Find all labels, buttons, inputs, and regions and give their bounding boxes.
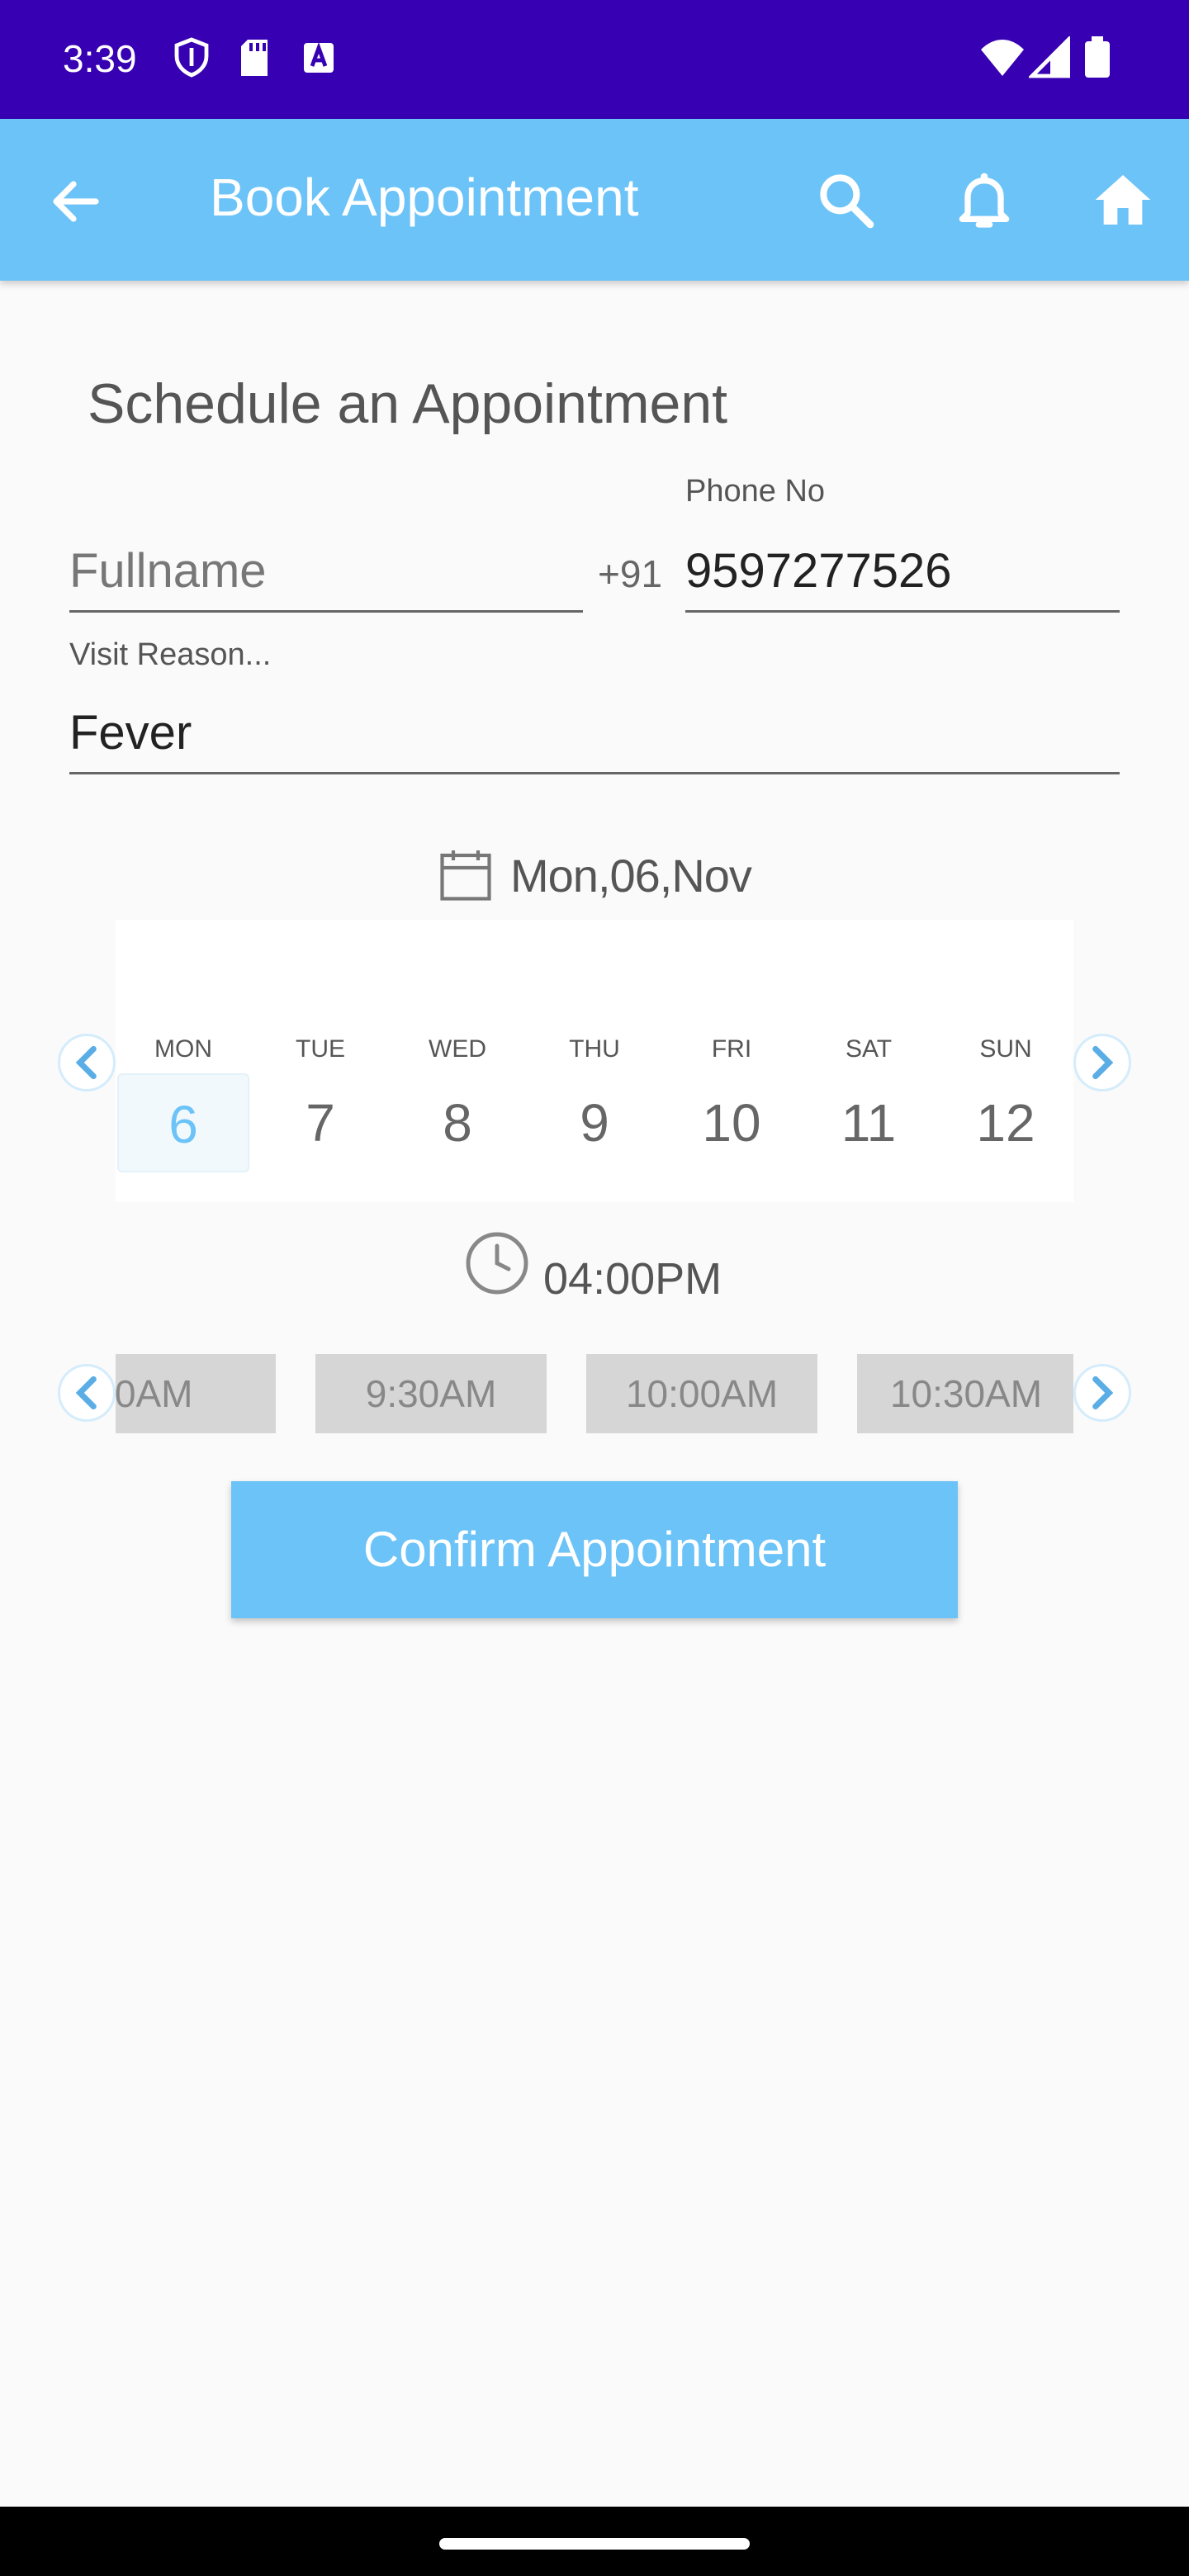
fullname-placeholder: Fullname	[69, 544, 267, 598]
font-a-icon	[304, 41, 334, 73]
day-name: SUN	[979, 1035, 1032, 1063]
selected-date-header: Mon,06,Nov	[436, 842, 752, 908]
back-arrow-icon[interactable]	[46, 172, 106, 231]
calendar-day-thu[interactable]: THU 9	[527, 920, 662, 1202]
day-name: WED	[429, 1035, 486, 1063]
day-number: 6	[117, 1073, 249, 1172]
phone-label: Phone No	[685, 474, 826, 509]
week-calendar: MON 6 TUE 7 WED 8 THU 9 FRI 10 SAT 11 SUN 12	[116, 920, 1073, 1202]
calendar-next-button[interactable]	[1073, 1034, 1131, 1091]
time-prev-button[interactable]	[58, 1364, 116, 1422]
visit-reason-value: Fever	[69, 706, 192, 760]
day-name: THU	[569, 1035, 620, 1063]
home-icon[interactable]	[1090, 167, 1156, 233]
day-name: MON	[154, 1035, 212, 1063]
day-number: 9	[580, 1093, 609, 1153]
day-number: 10	[702, 1093, 761, 1153]
battery-icon	[1085, 36, 1110, 78]
chevron-left-icon	[75, 1376, 97, 1410]
phone-prefix: +91	[598, 552, 663, 595]
calendar-day-sun[interactable]: SUN 12	[938, 920, 1073, 1202]
time-slot[interactable]: 10:30AM	[857, 1354, 1073, 1433]
confirm-appointment-button[interactable]: Confirm Appointment	[231, 1481, 958, 1618]
calendar-day-tue[interactable]: TUE 7	[253, 920, 388, 1202]
day-name: SAT	[845, 1035, 893, 1063]
search-icon[interactable]	[812, 167, 879, 233]
calendar-day-mon[interactable]: MON 6	[116, 920, 251, 1202]
fullname-field[interactable]: Fullname	[69, 520, 583, 613]
app-bar: Book Appointment	[0, 119, 1189, 281]
sd-card-icon	[241, 40, 268, 76]
time-slot[interactable]: :00AM	[116, 1354, 276, 1433]
bell-icon[interactable]	[951, 167, 1017, 233]
time-slot[interactable]: 10:00AM	[586, 1354, 817, 1433]
clock-icon	[466, 1232, 528, 1295]
day-number: 8	[443, 1093, 472, 1153]
day-name: FRI	[711, 1035, 752, 1063]
calendar-icon	[440, 850, 491, 901]
signal-icon	[1029, 36, 1070, 78]
calendar-day-fri[interactable]: FRI 10	[664, 920, 799, 1202]
day-number: 7	[306, 1093, 335, 1153]
app-bar-title: Book Appointment	[210, 168, 639, 227]
visit-reason-label: Visit Reason...	[69, 637, 272, 672]
chevron-right-icon	[1092, 1376, 1114, 1410]
calendar-prev-button[interactable]	[58, 1034, 116, 1091]
day-number: 11	[841, 1093, 897, 1153]
time-slot-list: :00AM 9:30AM 10:00AM 10:30AM	[116, 1354, 1073, 1433]
phone-value: 9597277526	[685, 544, 952, 598]
selected-time-text: 04:00PM	[543, 1254, 722, 1304]
chevron-right-icon	[1092, 1045, 1114, 1080]
status-time: 3:39	[63, 37, 137, 80]
time-slot[interactable]: 9:30AM	[315, 1354, 547, 1433]
page-title: Schedule an Appointment	[88, 372, 728, 435]
system-nav-bar	[0, 2507, 1189, 2576]
status-bar: 3:39	[0, 0, 1189, 119]
calendar-day-sat[interactable]: SAT 11	[801, 920, 936, 1202]
home-gesture-handle[interactable]	[439, 2538, 750, 2550]
time-next-button[interactable]	[1073, 1364, 1131, 1422]
chevron-left-icon	[75, 1045, 97, 1080]
shield-icon	[174, 37, 209, 78]
calendar-day-wed[interactable]: WED 8	[390, 920, 525, 1202]
day-number: 12	[976, 1093, 1035, 1153]
day-name: TUE	[296, 1035, 345, 1063]
selected-date-text: Mon,06,Nov	[510, 849, 752, 902]
phone-field[interactable]: 9597277526	[685, 520, 1120, 613]
wifi-icon	[981, 40, 1024, 76]
visit-reason-field[interactable]: Fever	[69, 684, 1120, 774]
